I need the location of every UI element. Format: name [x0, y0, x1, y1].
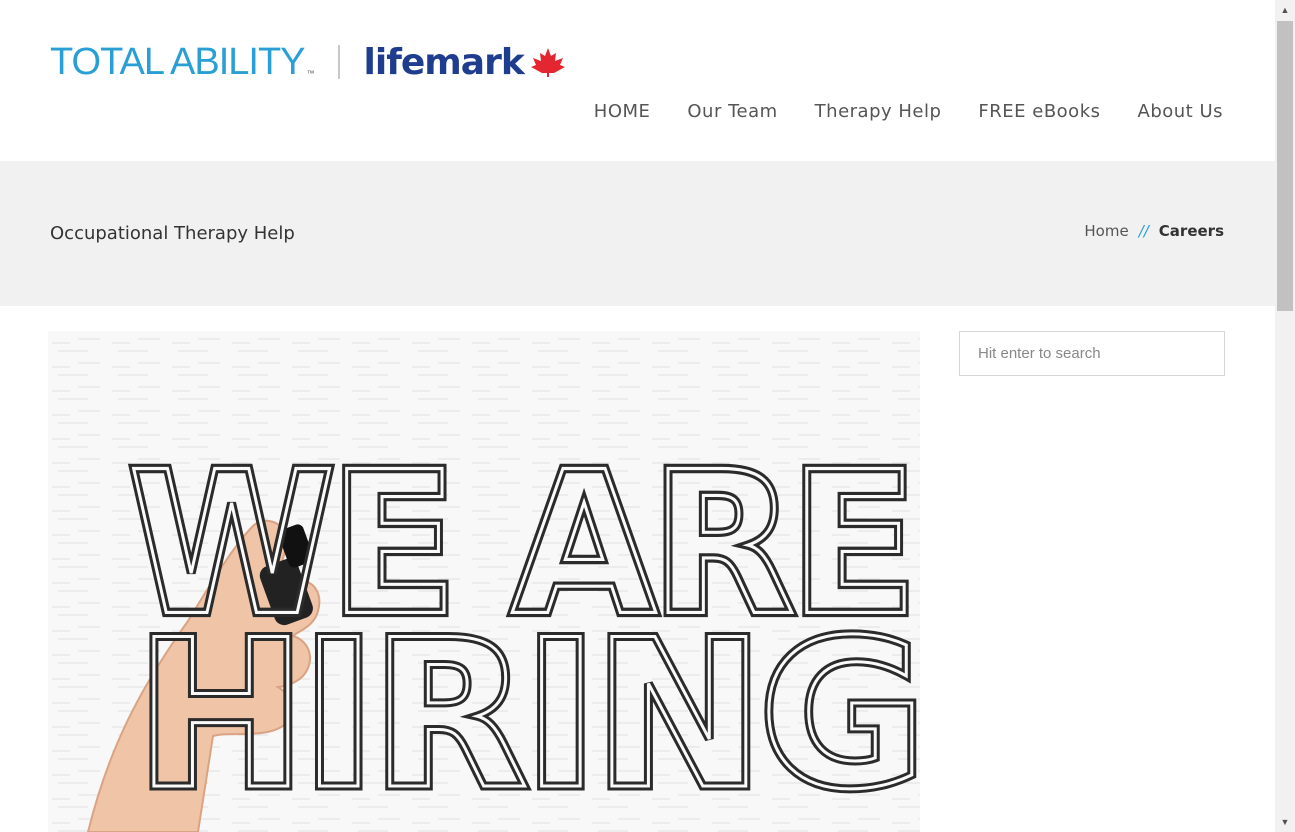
sidebar-search [959, 331, 1225, 376]
nav-item-about-us[interactable]: About Us [1138, 101, 1224, 122]
site-header: TOTAL ABILITY ™ lifemark HOME Our Team T… [0, 0, 1275, 161]
scroll-up-arrow-icon[interactable]: ▲ [1275, 0, 1295, 20]
scrollbar-thumb[interactable] [1277, 21, 1293, 311]
trademark-symbol: ™ [306, 68, 315, 78]
page-title-bar: Occupational Therapy Help Home // Career… [0, 161, 1275, 306]
breadcrumb-separator: // [1138, 222, 1149, 240]
page-scrollbar[interactable]: ▲ ▼ [1275, 0, 1295, 832]
nav-item-free-ebooks[interactable]: FREE eBooks [978, 101, 1100, 122]
main-nav: HOME Our Team Therapy Help FREE eBooks A… [557, 101, 1223, 122]
nav-item-our-team[interactable]: Our Team [687, 101, 777, 122]
nav-item-therapy-help[interactable]: Therapy Help [815, 101, 942, 122]
total-ability-wordmark: TOTAL ABILITY [50, 40, 306, 83]
search-input[interactable] [960, 332, 1218, 375]
total-ability-logo: TOTAL ABILITY ™ [50, 40, 315, 84]
maple-leaf-icon [530, 48, 565, 77]
scroll-down-arrow-icon[interactable]: ▼ [1275, 812, 1295, 832]
breadcrumb: Home // Careers [1084, 222, 1224, 240]
lifemark-logo: lifemark [364, 42, 566, 83]
nav-item-home[interactable]: HOME [594, 101, 651, 122]
breadcrumb-home-link[interactable]: Home [1084, 222, 1128, 240]
breadcrumb-current: Careers [1158, 222, 1224, 240]
hero-image: WE ARE WE ARE HIRING HIRING [48, 331, 920, 832]
logo-divider [337, 45, 340, 79]
hiring-text: WE ARE WE ARE HIRING HIRING [123, 426, 920, 832]
we-are-hiring-illustration: WE ARE WE ARE HIRING HIRING [48, 331, 920, 832]
site-logo[interactable]: TOTAL ABILITY ™ lifemark [50, 40, 566, 84]
hero-line-2-inner: HIRING [135, 597, 920, 832]
page-title: Occupational Therapy Help [50, 223, 295, 244]
lifemark-wordmark: lifemark [363, 41, 525, 83]
